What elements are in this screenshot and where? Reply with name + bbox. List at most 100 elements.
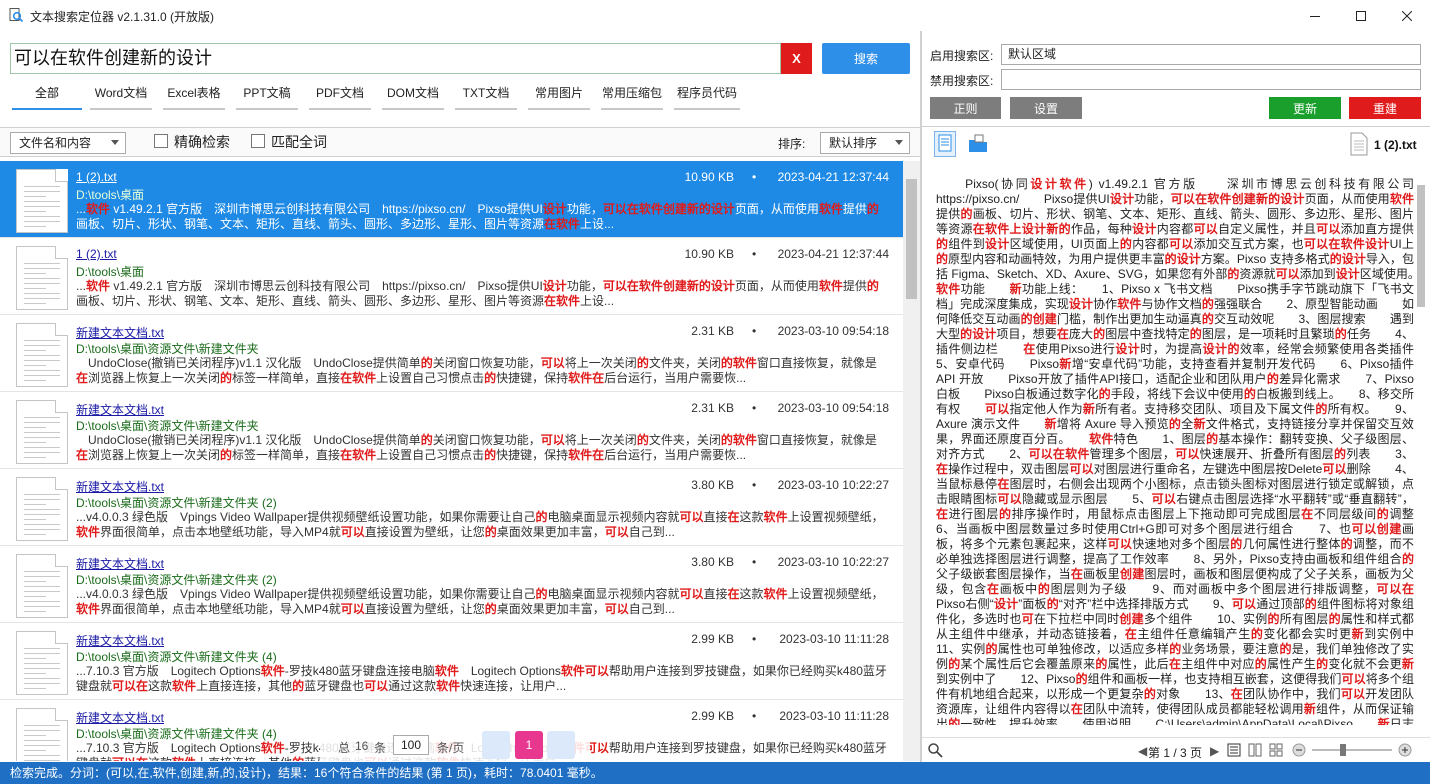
result-file-name[interactable]: 1 (2).txt <box>76 170 117 184</box>
minimize-button[interactable] <box>1292 0 1338 31</box>
result-file-name[interactable]: 1 (2).txt <box>76 247 117 261</box>
next-page-arrow[interactable]: ▶ <box>1210 744 1219 758</box>
preview-content: Pixso(协同设计软件) v1.49.2.1 官方版 深圳市博思云创科技有限公… <box>936 177 1414 725</box>
keyword-highlight: 的 <box>1098 387 1111 401</box>
keyword-highlight: 软件 <box>763 510 788 524</box>
separator-dot: • <box>752 478 757 492</box>
result-file-name[interactable]: 新建文本文档.txt <box>76 632 164 649</box>
result-file-name[interactable]: 新建文本文档.txt <box>76 478 164 495</box>
tab-archives[interactable]: 常用压缩包 <box>597 82 667 110</box>
keyword-highlight: 可以 <box>1322 462 1347 476</box>
tab-ppt[interactable]: PPT文稿 <box>232 82 302 110</box>
keyword-highlight: 的 <box>484 448 497 462</box>
open-folder-button[interactable] <box>966 131 992 157</box>
prev-page-button[interactable] <box>482 731 510 759</box>
settings-button[interactable]: 设置 <box>1010 97 1082 119</box>
clear-search-button[interactable]: X <box>781 43 812 74</box>
result-file-name[interactable]: 新建文本文档.txt <box>76 324 164 341</box>
keyword-highlight: 软件 <box>1089 432 1114 446</box>
prev-page-arrow[interactable]: ◀ <box>1138 744 1147 758</box>
scrollbar-thumb[interactable] <box>906 179 917 299</box>
keyword-highlight: 的 <box>1267 612 1280 626</box>
text-file-thumbnail <box>16 554 68 618</box>
zoom-slider-handle[interactable] <box>1340 744 1346 756</box>
tab-dom[interactable]: DOM文档 <box>378 82 448 110</box>
zoom-out-icon[interactable] <box>1292 743 1306 757</box>
tab-excel[interactable]: Excel表格 <box>159 82 229 110</box>
close-button[interactable] <box>1384 0 1430 31</box>
tab-all[interactable]: 全部 <box>12 82 82 110</box>
result-snippet: ...软件 v1.49.2.1 官方版 深圳市博思云创科技有限公司 https:… <box>76 279 879 308</box>
keyword-highlight: 软件在 <box>568 448 605 462</box>
disable-area-field[interactable] <box>1001 69 1421 90</box>
keyword-highlight: 的 <box>866 279 879 293</box>
multi-page-icon[interactable] <box>1269 743 1283 757</box>
next-page-button[interactable] <box>547 731 575 759</box>
preview-footer: ◀ 第 1 / 3 页 ▶ <box>922 737 1430 762</box>
result-row[interactable]: 新建文本文档.txt D:\tools\桌面\资源文件\新建文件夹 (4) 2.99… <box>0 623 903 700</box>
result-file-size: 2.99 KB <box>691 709 734 723</box>
whole-word-checkbox[interactable] <box>251 134 265 148</box>
result-file-name[interactable]: 新建文本文档.txt <box>76 709 164 726</box>
keyword-highlight: 在 <box>936 462 949 476</box>
per-page-input[interactable]: 100 <box>393 735 429 755</box>
keyword-highlight: 在 <box>727 510 740 524</box>
tab-images[interactable]: 常用图片 <box>524 82 594 110</box>
maximize-button[interactable] <box>1338 0 1384 31</box>
search-button[interactable]: 搜索 <box>822 43 910 74</box>
update-index-button[interactable]: 更新 <box>1269 97 1341 119</box>
rebuild-index-button[interactable]: 重建 <box>1349 97 1421 119</box>
result-row[interactable]: 1 (2).txt D:\tools\桌面 10.90 KB • 2023-04-21 … <box>0 238 903 315</box>
keyword-highlight: 的 <box>1075 672 1088 686</box>
sort-select[interactable]: 默认排序 <box>820 132 910 154</box>
result-file-name[interactable]: 新建文本文档.txt <box>76 401 164 418</box>
scrollbar-thumb[interactable] <box>1417 185 1425 307</box>
search-input[interactable]: 可以在软件创建新的设计 <box>10 43 781 74</box>
keyword-highlight: 可以 <box>1107 537 1133 551</box>
tab-word[interactable]: Word文档 <box>86 82 156 110</box>
keyword-highlight: 可以 <box>1231 597 1257 611</box>
result-file-size: 10.90 KB <box>684 247 734 261</box>
keyword-highlight: 软件可以 <box>560 664 609 678</box>
keyword-highlight: 可以 <box>679 510 704 524</box>
keyword-highlight: 的 <box>1143 687 1157 701</box>
keyword-highlight: 可以 <box>1341 672 1366 686</box>
search-icon[interactable] <box>927 742 943 758</box>
keyword-highlight: 在软件 <box>340 371 377 385</box>
keyword-highlight: 在 <box>986 582 1000 596</box>
tab-txt[interactable]: TXT文档 <box>451 82 521 110</box>
result-file-name[interactable]: 新建文本文档.txt <box>76 555 164 572</box>
keyword-highlight: 新 <box>1303 702 1317 716</box>
exact-search-checkbox[interactable] <box>154 134 168 148</box>
keyword-highlight: 的创建 <box>1020 312 1057 326</box>
keyword-highlight: 可以 <box>1069 462 1094 476</box>
keyword-highlight: 可以 <box>1151 492 1177 506</box>
result-file-size: 2.99 KB <box>691 632 734 646</box>
result-row[interactable]: 新建文本文档.txt D:\tools\桌面\资源文件\新建文件夹 2.31 KB •… <box>0 392 903 469</box>
result-row[interactable]: 1 (2).txt D:\tools\桌面 10.90 KB • 2023-04-21 … <box>0 161 903 238</box>
keyword-highlight: 软件 <box>434 664 459 678</box>
page-1-button[interactable]: 1 <box>515 731 543 759</box>
tab-code[interactable]: 程序员代码 <box>670 82 744 110</box>
result-snippet: UndoClose(撤销已关闭程序)v1.1 汉化版 UndoClose提供简单… <box>76 356 877 385</box>
result-row[interactable]: 新建文本文档.txt D:\tools\桌面\资源文件\新建文件夹 (2) 3.80… <box>0 469 903 546</box>
result-row[interactable]: 新建文本文档.txt D:\tools\桌面\资源文件\新建文件夹 (2) 3.80… <box>0 546 903 623</box>
regex-button[interactable]: 正则 <box>930 97 1001 119</box>
enable-area-field[interactable]: 默认区域 <box>1001 44 1421 65</box>
scope-select[interactable]: 文件名和内容 <box>10 132 126 154</box>
document-view-button[interactable] <box>934 131 956 157</box>
keyword-highlight: 软件 <box>818 202 843 216</box>
single-page-icon[interactable] <box>1227 743 1241 757</box>
zoom-in-icon[interactable] <box>1398 743 1412 757</box>
result-row[interactable]: 新建文本文档.txt D:\tools\桌面\资源文件\新建文件夹 2.31 KB •… <box>0 315 903 392</box>
tab-pdf[interactable]: PDF文档 <box>305 82 375 110</box>
results-scrollbar[interactable] <box>903 161 920 761</box>
result-file-path: D:\tools\桌面\资源文件\新建文件夹 (4) <box>76 650 277 664</box>
preview-scrollbar[interactable] <box>1413 177 1429 737</box>
two-page-icon[interactable] <box>1248 743 1262 757</box>
keyword-highlight: 软件 <box>763 587 788 601</box>
keyword-highlight: 的 <box>866 202 879 216</box>
result-snippet: ...7.10.3 官方版 Logitech Options软件-罗技k480蓝… <box>76 664 887 693</box>
keyword-highlight: 的 <box>484 525 497 539</box>
zoom-slider[interactable] <box>1312 744 1392 756</box>
